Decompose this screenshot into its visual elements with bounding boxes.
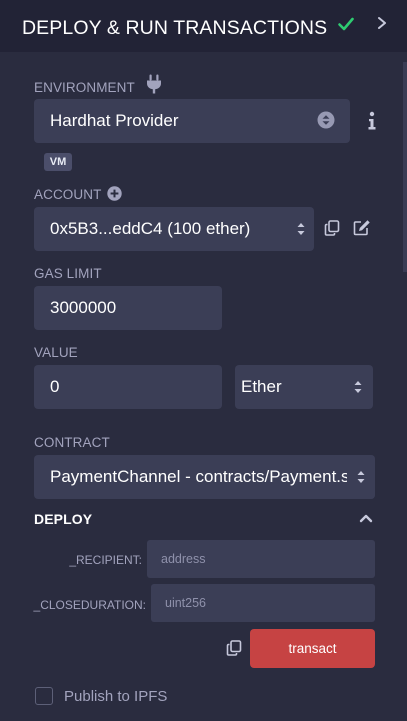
value-unit-select[interactable]: Ether <box>235 365 373 409</box>
transact-button[interactable]: transact <box>250 629 375 668</box>
environment-select-value: Hardhat Provider <box>50 111 179 130</box>
account-select-value: 0x5B3...eddC4 (100 ether) <box>50 219 251 238</box>
select-arrows-icon <box>357 471 365 483</box>
contract-label: CONTRACT <box>34 435 110 450</box>
param-input-closeduration[interactable]: uint256 <box>151 584 375 622</box>
gas-limit-input[interactable]: 3000000 <box>34 286 222 330</box>
value-amount: 0 <box>50 377 60 396</box>
param-input-recipient-placeholder: address <box>161 552 206 566</box>
copy-icon[interactable] <box>226 640 242 656</box>
panel-title: DEPLOY & RUN TRANSACTIONS <box>22 17 328 39</box>
gas-limit-value: 3000000 <box>50 298 117 317</box>
vm-badge: VM <box>44 153 72 171</box>
gas-limit-label: GAS LIMIT <box>34 266 102 281</box>
select-arrows-icon <box>354 381 362 393</box>
scrollbar[interactable] <box>403 62 407 272</box>
plug-icon <box>147 74 161 94</box>
check-icon <box>338 17 354 31</box>
plus-circle-icon[interactable] <box>107 186 122 201</box>
param-label-closeduration: _CLOSEDURATION: <box>33 598 146 612</box>
contract-select-value: PaymentChannel - contracts/Payment.s <box>50 467 350 486</box>
chevron-right-icon[interactable] <box>376 16 388 30</box>
publish-ipfs-checkbox[interactable] <box>35 687 53 705</box>
value-unit: Ether <box>241 377 282 396</box>
panel-header: DEPLOY & RUN TRANSACTIONS <box>0 0 407 52</box>
select-arrows-icon <box>297 223 305 235</box>
value-label: VALUE <box>34 345 78 360</box>
publish-ipfs-label: Publish to IPFS <box>64 688 168 705</box>
edit-icon[interactable] <box>353 219 371 236</box>
param-input-recipient[interactable]: address <box>147 540 375 578</box>
param-label-recipient: _RECIPIENT: <box>69 553 142 567</box>
contract-select[interactable]: PaymentChannel - contracts/Payment.s <box>34 455 375 499</box>
account-select[interactable]: 0x5B3...eddC4 (100 ether) <box>34 207 314 251</box>
value-input[interactable]: 0 <box>34 365 222 409</box>
select-arrows-icon <box>317 111 335 129</box>
copy-icon[interactable] <box>324 220 340 236</box>
param-input-closeduration-placeholder: uint256 <box>165 596 207 610</box>
environment-label: ENVIRONMENT <box>34 80 135 95</box>
deploy-label: DEPLOY <box>34 511 93 527</box>
account-label: ACCOUNT <box>34 187 102 202</box>
info-icon[interactable] <box>367 111 377 131</box>
chevron-up-icon[interactable] <box>359 512 373 524</box>
environment-select[interactable]: Hardhat Provider <box>34 99 350 143</box>
